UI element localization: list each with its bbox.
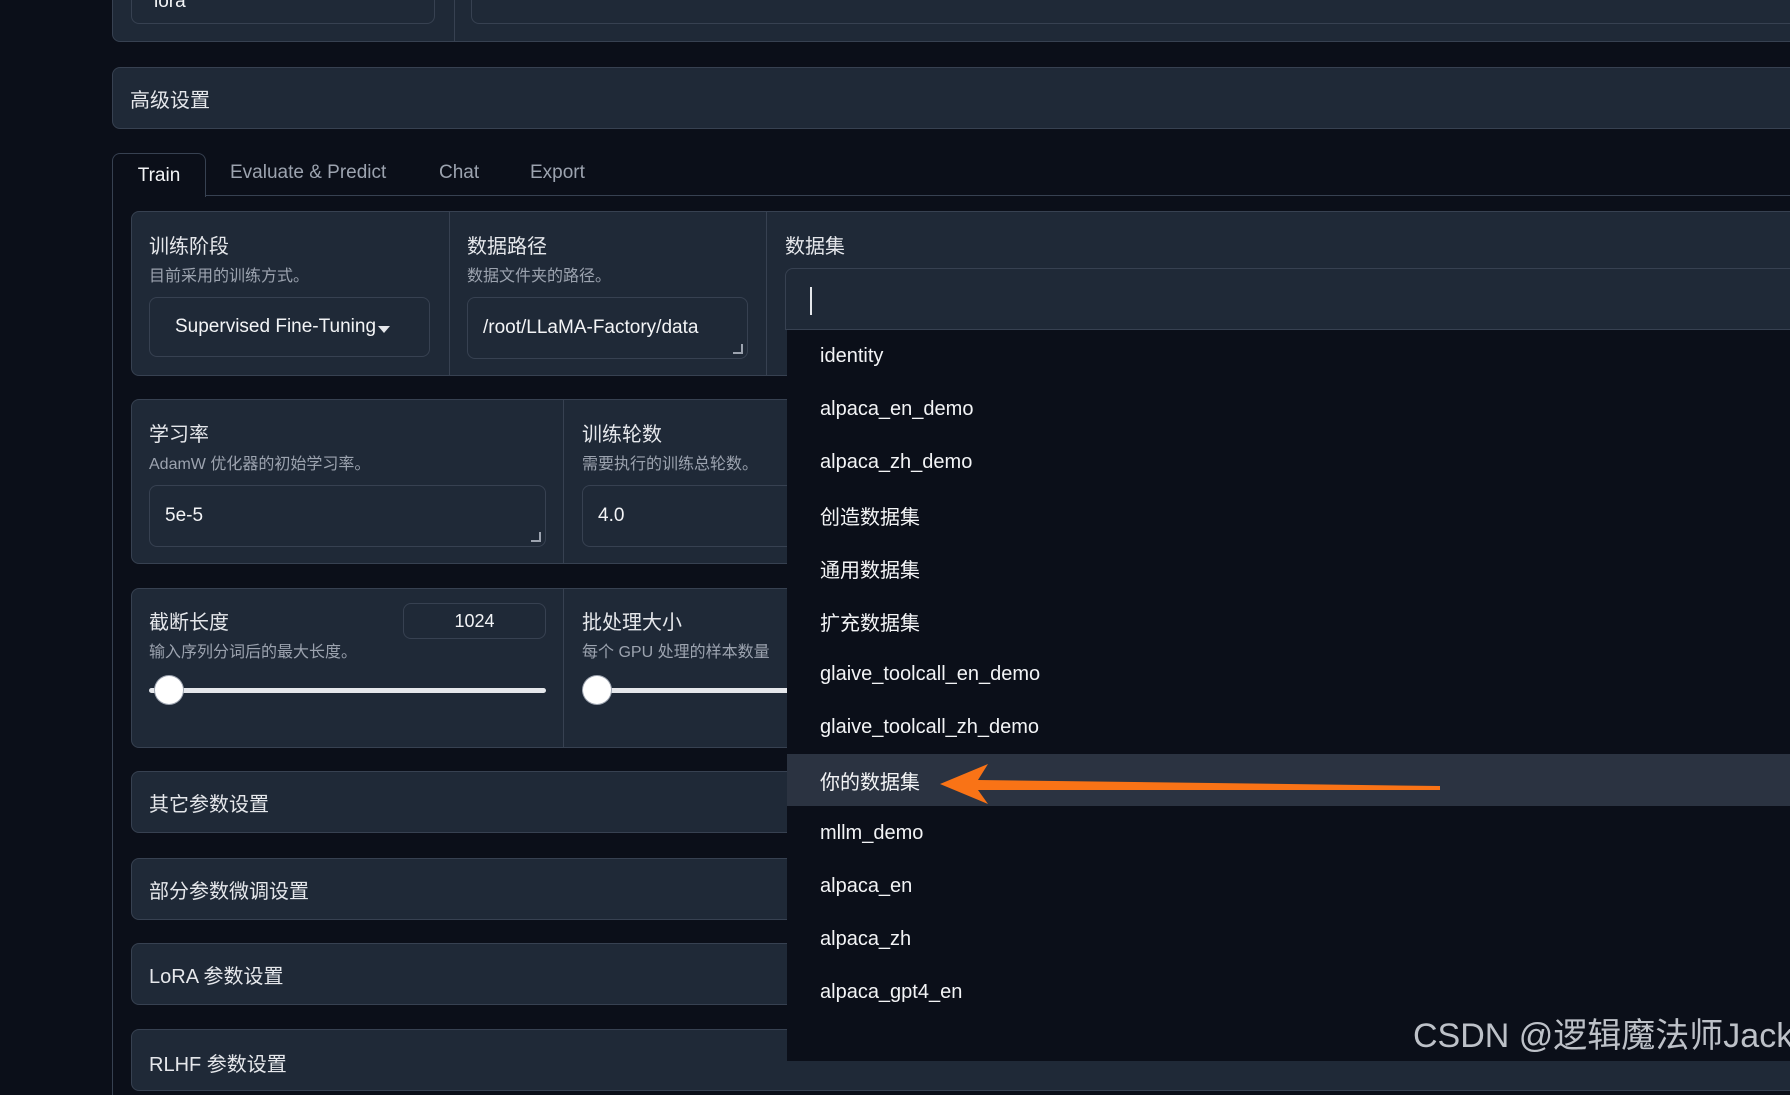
dataset-search-input[interactable] xyxy=(785,268,1790,330)
dataset-option-label: mllm_demo xyxy=(820,821,924,844)
tab-train-label: Train xyxy=(137,164,181,186)
dataset-option[interactable]: alpaca_en_demo xyxy=(787,383,1790,435)
advanced-settings-label: 高级设置 xyxy=(130,89,210,112)
tab-evaluate-predict[interactable]: Evaluate & Predict xyxy=(230,162,386,184)
epochs-input[interactable]: 4.0 xyxy=(582,485,802,547)
rlhf-params-label: RLHF 参数设置 xyxy=(149,1054,287,1076)
advanced-settings-accordion[interactable]: 高级设置 xyxy=(112,67,1790,129)
row1-divider-2 xyxy=(766,211,767,376)
tab-train[interactable]: Train xyxy=(112,153,206,197)
cutoff-slider-thumb[interactable] xyxy=(155,676,183,704)
stage-select-value: Supervised Fine-Tuning xyxy=(175,316,377,337)
dataset-option[interactable]: identity xyxy=(787,330,1790,382)
epochs-title: 训练轮数 xyxy=(582,424,662,446)
row1-divider-1 xyxy=(449,211,450,376)
dataset-dropdown-list: identity alpaca_en_demo alpaca_zh_demo 创… xyxy=(787,330,1790,1061)
data-path-input[interactable]: /root/LLaMA-Factory/data xyxy=(467,297,748,359)
finetune-method-select[interactable]: lora xyxy=(131,0,435,24)
resize-handle-icon xyxy=(531,532,541,542)
cutoff-slider-track[interactable] xyxy=(149,688,546,693)
data-path-info: 数据文件夹的路径。 xyxy=(467,268,612,285)
cutoff-title: 截断长度 xyxy=(149,612,229,634)
finetune-method-value: lora xyxy=(154,0,186,12)
epochs-value: 4.0 xyxy=(598,505,625,526)
divider xyxy=(454,0,455,42)
dataset-option[interactable]: glaive_toolcall_en_demo xyxy=(787,648,1790,700)
resize-handle-icon xyxy=(733,344,743,354)
stage-info: 目前采用的训练方式。 xyxy=(149,268,310,285)
dataset-option-label: glaive_toolcall_zh_demo xyxy=(820,715,1040,738)
dataset-option[interactable]: glaive_toolcall_zh_demo xyxy=(787,701,1790,753)
row3-divider xyxy=(563,588,564,748)
dataset-option[interactable]: 扩充数据集 xyxy=(787,595,1790,647)
dataset-option-label: 扩充数据集 xyxy=(820,612,920,635)
tab-export[interactable]: Export xyxy=(530,162,585,184)
tab-chat[interactable]: Chat xyxy=(439,162,479,184)
data-path-title: 数据路径 xyxy=(467,236,547,258)
batch-slider-thumb[interactable] xyxy=(583,676,611,704)
dataset-option-label: 通用数据集 xyxy=(820,559,920,582)
dataset-option-label: alpaca_gpt4_en xyxy=(820,980,963,1003)
dataset-option[interactable]: alpaca_zh xyxy=(787,913,1790,965)
dataset-option[interactable]: alpaca_en xyxy=(787,860,1790,912)
other-params-label: 其它参数设置 xyxy=(149,793,269,816)
text-cursor xyxy=(810,287,812,315)
lora-params-label: LoRA 参数设置 xyxy=(149,965,284,988)
stage-title: 训练阶段 xyxy=(149,236,229,258)
batch-title: 批处理大小 xyxy=(582,612,682,634)
top-right-input[interactable] xyxy=(471,0,1790,24)
data-path-value: /root/LLaMA-Factory/data xyxy=(483,317,699,338)
dataset-option-label: glaive_toolcall_en_demo xyxy=(820,662,1041,685)
watermark: CSDN @逻辑魔法师Jack xyxy=(1413,1017,1790,1055)
dataset-option[interactable]: mllm_demo xyxy=(787,807,1790,859)
learning-rate-title: 学习率 xyxy=(149,424,209,446)
learning-rate-info: AdamW 优化器的初始学习率。 xyxy=(149,456,371,473)
dataset-option-label: 你的数据集 xyxy=(820,771,920,794)
dataset-option-label: alpaca_en xyxy=(820,874,913,897)
dataset-option-label: identity xyxy=(820,344,884,367)
dataset-option-label: alpaca_zh xyxy=(820,927,912,950)
learning-rate-input[interactable]: 5e-5 xyxy=(149,485,546,547)
stage-select[interactable]: Supervised Fine-Tuning xyxy=(149,297,430,357)
chevron-down-icon xyxy=(378,326,390,333)
batch-info: 每个 GPU 处理的样本数量 xyxy=(582,644,770,661)
dataset-option[interactable]: alpaca_zh_demo xyxy=(787,436,1790,488)
row2-divider xyxy=(563,399,564,564)
cutoff-value: 1024 xyxy=(454,610,495,631)
batch-slider-track[interactable] xyxy=(582,688,802,693)
annotation-arrow-icon xyxy=(940,764,1440,804)
dataset-option-label: alpaca_en_demo xyxy=(820,397,974,420)
dataset-option[interactable]: 通用数据集 xyxy=(787,542,1790,594)
dataset-title: 数据集 xyxy=(785,236,845,258)
learning-rate-value: 5e-5 xyxy=(165,505,204,526)
dataset-option[interactable]: 创造数据集 xyxy=(787,489,1790,541)
partial-finetune-label: 部分参数微调设置 xyxy=(149,880,309,903)
cutoff-info: 输入序列分词后的最大长度。 xyxy=(149,644,358,661)
dataset-option-label: alpaca_zh_demo xyxy=(820,450,973,473)
cutoff-number-input[interactable]: 1024 xyxy=(403,603,546,639)
epochs-info: 需要执行的训练总轮数。 xyxy=(582,456,759,473)
dataset-option-label: 创造数据集 xyxy=(820,506,920,529)
